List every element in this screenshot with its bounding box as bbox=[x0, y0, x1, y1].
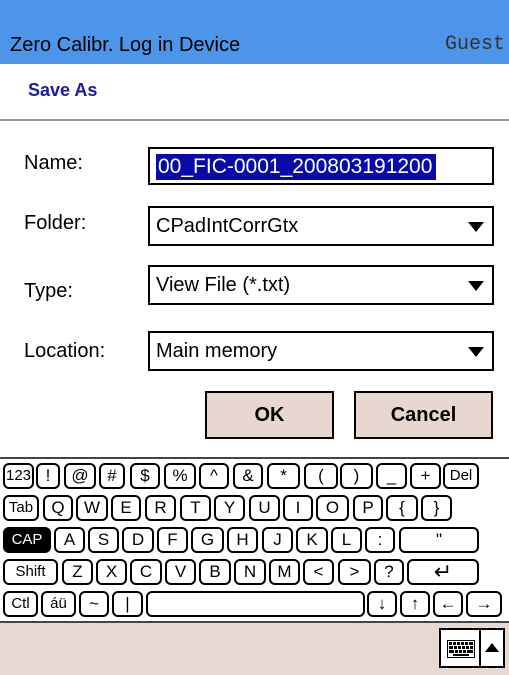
key-underscore[interactable]: _ bbox=[376, 463, 407, 489]
key-exclaim[interactable]: ! bbox=[36, 463, 60, 489]
key-at[interactable]: @ bbox=[64, 463, 96, 489]
location-value: Main memory bbox=[156, 340, 278, 362]
key-tilde[interactable]: ~ bbox=[79, 591, 109, 617]
key-r[interactable]: R bbox=[145, 495, 176, 521]
key-dollar[interactable]: $ bbox=[130, 463, 160, 489]
key-caret[interactable]: ^ bbox=[199, 463, 229, 489]
key-p[interactable]: P bbox=[353, 495, 383, 521]
key-x[interactable]: X bbox=[96, 559, 127, 585]
folder-select[interactable]: CPadIntCorrGtx bbox=[148, 206, 494, 246]
key-plus[interactable]: + bbox=[410, 463, 441, 489]
location-select[interactable]: Main memory bbox=[148, 331, 494, 371]
key-asterisk[interactable]: * bbox=[267, 463, 300, 489]
location-label: Location: bbox=[24, 340, 106, 362]
soft-keyboard: 123 ! @ # $ % ^ & * ( ) _ + Del Tab Q W … bbox=[0, 457, 509, 623]
key-greater-than[interactable]: > bbox=[338, 559, 371, 585]
key-pipe[interactable]: | bbox=[112, 591, 143, 617]
key-ctrl[interactable]: Ctl bbox=[3, 591, 38, 617]
key-y[interactable]: Y bbox=[214, 495, 245, 521]
key-rbrace[interactable]: } bbox=[421, 495, 452, 521]
key-k[interactable]: K bbox=[296, 527, 328, 553]
key-q[interactable]: Q bbox=[43, 495, 73, 521]
key-ampersand[interactable]: & bbox=[233, 463, 263, 489]
key-h[interactable]: H bbox=[227, 527, 258, 553]
key-shift[interactable]: Shift bbox=[3, 559, 58, 585]
key-question[interactable]: ? bbox=[374, 559, 404, 585]
key-enter[interactable]: ↵ bbox=[407, 559, 479, 585]
type-select[interactable]: View File (*.txt) bbox=[148, 265, 494, 305]
key-g[interactable]: G bbox=[191, 527, 224, 553]
key-w[interactable]: W bbox=[76, 495, 108, 521]
key-b[interactable]: B bbox=[199, 559, 231, 585]
title-bar: Zero Calibr. Log in Device Guest bbox=[0, 0, 509, 64]
type-label: Type: bbox=[24, 280, 73, 302]
key-e[interactable]: E bbox=[111, 495, 141, 521]
key-i[interactable]: I bbox=[283, 495, 313, 521]
key-123[interactable]: 123 bbox=[3, 463, 34, 489]
chevron-down-icon bbox=[468, 222, 484, 232]
key-l[interactable]: L bbox=[331, 527, 362, 553]
key-t[interactable]: T bbox=[180, 495, 211, 521]
key-m[interactable]: M bbox=[269, 559, 300, 585]
key-colon[interactable]: : bbox=[365, 527, 395, 553]
key-f[interactable]: F bbox=[157, 527, 188, 553]
type-value: View File (*.txt) bbox=[156, 274, 291, 296]
name-field[interactable]: 00_FIC-0001_200803191200 bbox=[148, 147, 494, 185]
key-arrow-down[interactable]: ↓ bbox=[367, 591, 397, 617]
name-value: 00_FIC-0001_200803191200 bbox=[156, 154, 437, 180]
key-c[interactable]: C bbox=[130, 559, 162, 585]
key-lparen[interactable]: ( bbox=[304, 463, 338, 489]
folder-value: CPadIntCorrGtx bbox=[156, 215, 299, 237]
key-s[interactable]: S bbox=[88, 527, 119, 553]
key-j[interactable]: J bbox=[262, 527, 293, 553]
chevron-up-icon bbox=[485, 643, 499, 652]
key-percent[interactable]: % bbox=[164, 463, 196, 489]
key-n[interactable]: N bbox=[234, 559, 266, 585]
input-panel-menu-button[interactable] bbox=[481, 628, 505, 668]
keyboard-toggle-button[interactable] bbox=[439, 628, 481, 668]
key-arrow-left[interactable]: ← bbox=[433, 591, 463, 617]
key-quote[interactable]: " bbox=[399, 527, 479, 553]
key-international[interactable]: áü bbox=[41, 591, 76, 617]
key-d[interactable]: D bbox=[122, 527, 154, 553]
key-space[interactable] bbox=[146, 591, 365, 617]
key-v[interactable]: V bbox=[165, 559, 196, 585]
key-caps-lock[interactable]: CAP bbox=[3, 527, 51, 553]
bottom-bar bbox=[0, 621, 509, 675]
cancel-button[interactable]: Cancel bbox=[354, 391, 493, 439]
ok-button[interactable]: OK bbox=[205, 391, 334, 439]
dialog-title: Save As bbox=[28, 80, 98, 100]
key-rparen[interactable]: ) bbox=[340, 463, 373, 489]
key-arrow-up[interactable]: ↑ bbox=[400, 591, 430, 617]
user-indicator[interactable]: Guest bbox=[445, 33, 505, 57]
folder-label: Folder: bbox=[24, 212, 87, 234]
key-o[interactable]: O bbox=[316, 495, 349, 521]
name-label: Name: bbox=[24, 152, 83, 174]
key-delete[interactable]: Del bbox=[443, 463, 479, 489]
key-u[interactable]: U bbox=[249, 495, 280, 521]
app-title: Zero Calibr. Log in Device bbox=[10, 34, 241, 56]
key-arrow-right[interactable]: → bbox=[466, 591, 502, 617]
key-less-than[interactable]: < bbox=[303, 559, 334, 585]
keyboard-icon bbox=[447, 640, 475, 658]
key-a[interactable]: A bbox=[54, 527, 85, 553]
chevron-down-icon bbox=[468, 347, 484, 357]
chevron-down-icon bbox=[468, 281, 484, 291]
key-lbrace[interactable]: { bbox=[386, 495, 418, 521]
key-z[interactable]: Z bbox=[62, 559, 93, 585]
key-tab[interactable]: Tab bbox=[3, 495, 39, 521]
key-hash[interactable]: # bbox=[99, 463, 125, 489]
